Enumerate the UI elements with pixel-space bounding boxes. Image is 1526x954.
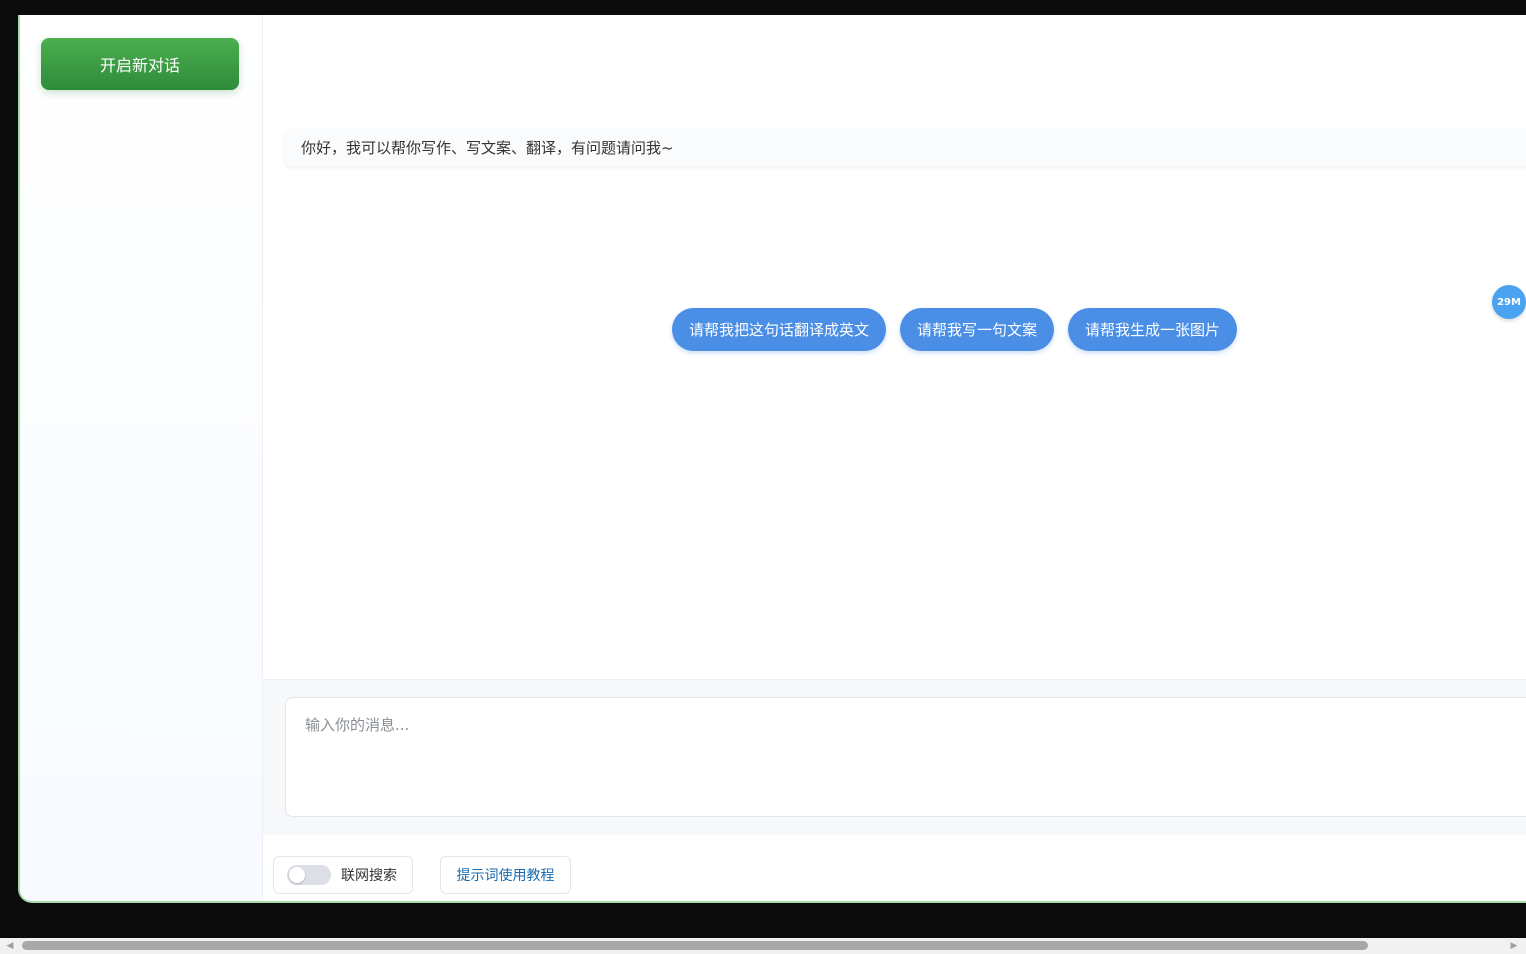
prompt-tutorial-button[interactable]: 提示词使用教程: [440, 856, 571, 894]
suggestion-list: 请帮我把这句话翻译成英文 请帮我写一句文案 请帮我生成一张图片: [672, 308, 1238, 351]
memory-usage-badge[interactable]: 29M: [1492, 285, 1526, 319]
web-search-label: 联网搜索: [341, 868, 397, 884]
composer-toolbar: 联网搜索 提示词使用教程: [263, 835, 1526, 901]
new-chat-button[interactable]: 开启新对话: [41, 38, 239, 90]
horizontal-scrollbar[interactable]: ◀ ▶: [0, 938, 1526, 954]
app-frame: 开启新对话 你好，我可以帮你写作、写文案、翻译，有问题请问我~ 请帮我把这句话翻…: [18, 15, 1526, 903]
scrollbar-thumb[interactable]: [22, 941, 1368, 950]
web-search-toggle[interactable]: [287, 865, 331, 885]
sidebar: 开启新对话: [20, 15, 263, 901]
composer-area: [263, 679, 1526, 836]
scroll-right-icon[interactable]: ▶: [1508, 940, 1520, 952]
window-top-bar: [0, 0, 1526, 15]
scroll-left-icon[interactable]: ◀: [4, 940, 16, 952]
suggestion-generate-image-button[interactable]: 请帮我生成一张图片: [1068, 308, 1238, 351]
chat-main: 你好，我可以帮你写作、写文案、翻译，有问题请问我~ 请帮我把这句话翻译成英文 请…: [263, 15, 1526, 901]
window-bottom-bar: [0, 924, 1526, 938]
greeting-text: 你好，我可以帮你写作、写文案、翻译，有问题请问我~: [301, 138, 674, 157]
suggestion-translate-button[interactable]: 请帮我把这句话翻译成英文: [672, 308, 887, 351]
web-search-control: 联网搜索: [273, 856, 413, 894]
message-input[interactable]: [285, 697, 1526, 817]
suggestion-copywriting-button[interactable]: 请帮我写一句文案: [900, 308, 1055, 351]
toggle-knob: [289, 867, 305, 883]
assistant-greeting-message: 你好，我可以帮你写作、写文案、翻译，有问题请问我~: [284, 128, 1526, 166]
